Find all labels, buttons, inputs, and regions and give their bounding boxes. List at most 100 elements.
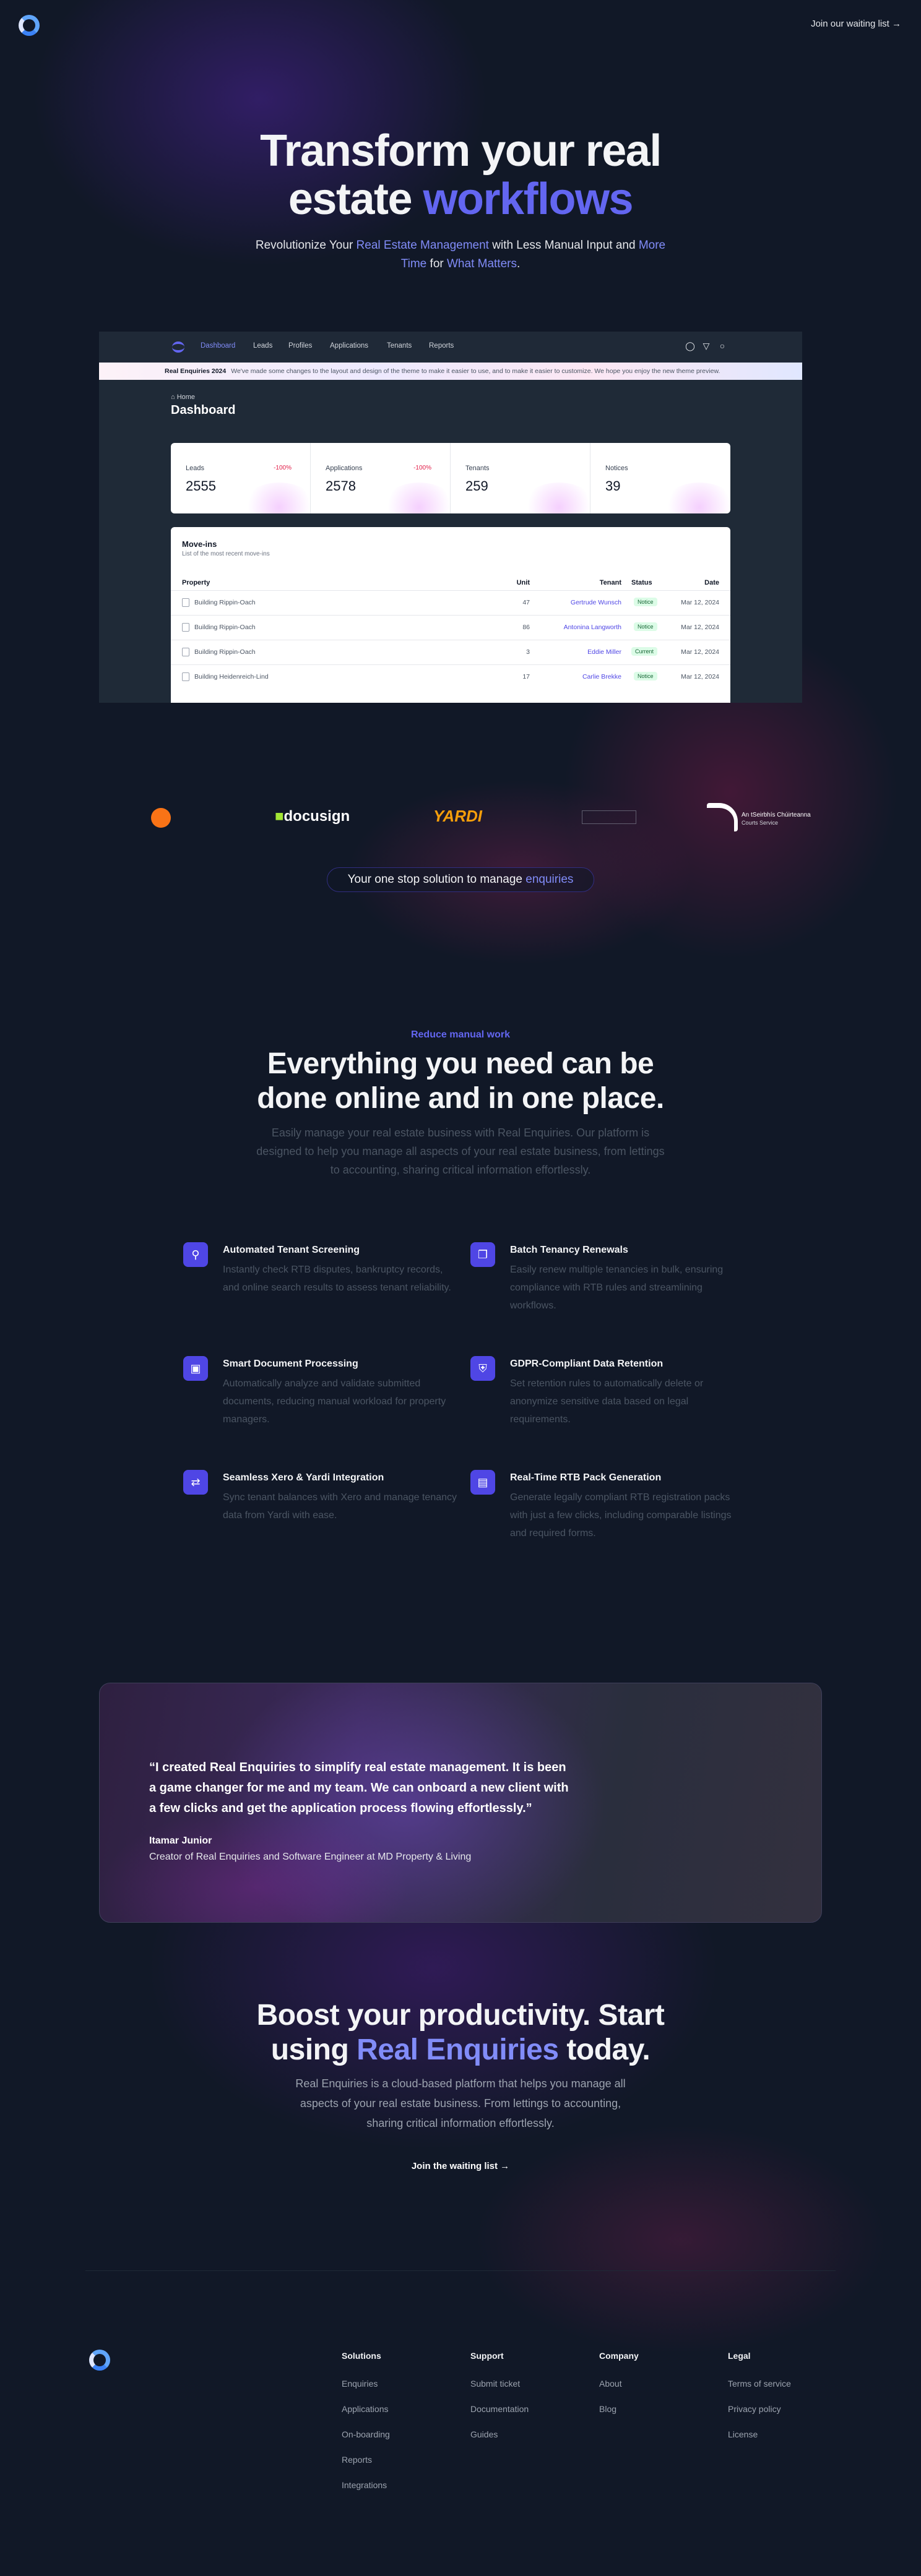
status-badge: Notice (634, 622, 657, 631)
filter-icon[interactable]: ▽ (701, 340, 712, 351)
column-header: Status (631, 579, 652, 586)
nav-item-dashboard[interactable]: Dashboard (201, 342, 235, 350)
nav-item-reports[interactable]: Reports (429, 342, 454, 350)
nav-item-profiles[interactable]: Profiles (288, 342, 312, 350)
footer-column-support: Support Submit ticket Documentation Guid… (470, 2351, 529, 2455)
footer-column-solutions: Solutions Enquiries Applications On-boar… (342, 2351, 390, 2505)
footer-link[interactable]: Documentation (470, 2404, 529, 2429)
stat-change: -100% (413, 465, 431, 471)
footer-link[interactable]: Reports (342, 2455, 390, 2480)
nav-item-tenants[interactable]: Tenants (387, 342, 412, 350)
partner-logo-circle (151, 808, 171, 828)
row-unit: 86 (522, 624, 530, 631)
table-row[interactable]: Building Heidenreich-Lind 17 Carlie Brekke… (171, 664, 730, 689)
dashboard-nav: Dashboard Leads Profiles Applications Te… (99, 332, 802, 363)
dashboard-preview: Dashboard Leads Profiles Applications Te… (99, 332, 802, 703)
footer-link[interactable]: Enquiries (342, 2379, 390, 2404)
courts-service-english: Courts Service (742, 820, 779, 826)
dashboard-title: Dashboard (171, 403, 236, 417)
cta-subtitle: Real Enquiries is a cloud-based platform… (295, 2077, 626, 2129)
hero-sub-text: Revolutionize Your (255, 239, 357, 252)
app-logo-icon[interactable] (172, 341, 184, 353)
feature-description: Sync tenant balances with Xero and manag… (223, 1492, 457, 1521)
feature-title: GDPR-Compliant Data Retention (510, 1359, 664, 1369)
nav-item-applications[interactable]: Applications (330, 342, 368, 350)
feature-title: Real-Time RTB Pack Generation (510, 1472, 662, 1483)
footer-heading: Legal (728, 2351, 751, 2361)
table-row[interactable]: Building Rippin-Oach 3 Eddie Miller Current… (171, 640, 730, 664)
row-tenant-link[interactable]: Eddie Miller (542, 648, 621, 656)
logo-icon[interactable] (19, 15, 40, 36)
document-icon: ▣ (183, 1356, 208, 1381)
hero-sub-highlight: Real Estate Management (356, 239, 489, 252)
banner-text: We've made some changes to the layout an… (231, 367, 720, 375)
testimonial-author: Itamar Junior (149, 1835, 212, 1846)
tagline-highlight: enquiries (525, 873, 574, 886)
swap-icon: ⇄ (183, 1470, 208, 1495)
footer-link[interactable]: Applications (342, 2404, 390, 2429)
stat-tenants[interactable]: Tenants 259 (451, 443, 596, 513)
features-subtitle: Easily manage your real estate business … (256, 1127, 665, 1176)
announcement-banner: Real Enquiries 2024 We've made some chang… (99, 363, 802, 380)
row-unit: 17 (522, 673, 530, 680)
testimonial-quote: “I created Real Enquiries to simplify re… (149, 1761, 569, 1815)
table-row[interactable]: Building Rippin-Oach 47 Gertrude Wunsch Not… (171, 590, 730, 615)
document-icon (182, 648, 189, 656)
footer-link[interactable]: Submit ticket (470, 2379, 529, 2404)
stat-label: Leads (186, 465, 204, 472)
row-date: Mar 12, 2024 (681, 599, 719, 606)
stat-applications[interactable]: Applications -100% 2578 (311, 443, 456, 513)
file-icon: ▤ (470, 1470, 495, 1495)
breadcrumb[interactable]: ⌂ Home (171, 393, 195, 401)
row-property: Building Rippin-Oach (194, 624, 256, 631)
footer-heading: Solutions (342, 2351, 381, 2361)
move-ins-title: Move-ins (182, 539, 217, 549)
hero-title: Transform your real estate workflows (0, 127, 921, 223)
feature-description: Automatically analyze and validate submi… (223, 1378, 446, 1425)
features-title-line2: done online and in one place. (257, 1082, 664, 1115)
footer-link[interactable]: License (728, 2429, 791, 2455)
bell-icon[interactable]: ◯ (685, 340, 696, 351)
footer-heading: Company (599, 2351, 639, 2361)
stat-label: Notices (605, 465, 628, 472)
footer-link[interactable]: About (599, 2379, 639, 2404)
docusign-wordmark: docusign (283, 808, 350, 825)
row-tenant-link[interactable]: Carlie Brekke (542, 673, 621, 680)
stat-label: Tenants (465, 465, 490, 472)
footer-link[interactable]: Integrations (342, 2480, 390, 2505)
row-tenant-link[interactable]: Gertrude Wunsch (542, 599, 621, 606)
footer-logo-icon[interactable] (89, 2350, 110, 2371)
row-property: Building Heidenreich-Lind (194, 673, 269, 680)
stat-notices[interactable]: Notices 39 (590, 443, 730, 513)
hero-sub-text: for (426, 257, 447, 270)
stats-card: Leads -100% 2555 Applications -100% 2578 Ten… (171, 443, 730, 513)
footer-link[interactable]: Guides (470, 2429, 529, 2455)
footer-link[interactable]: Privacy policy (728, 2404, 791, 2429)
row-tenant-link[interactable]: Antonina Langworth (542, 624, 621, 631)
cta-title-text: today. (558, 2033, 651, 2066)
table-row[interactable]: Building Rippin-Oach 86 Antonina Langworth… (171, 615, 730, 640)
document-icon (182, 598, 189, 607)
stat-leads[interactable]: Leads -100% 2555 (171, 443, 316, 513)
move-ins-card: Move-ins List of the most recent move-in… (171, 527, 730, 703)
cta-title: Boost your productivity. Start using Rea… (0, 1998, 921, 2067)
footer-link[interactable]: Terms of service (728, 2379, 791, 2404)
column-header: Property (182, 579, 210, 586)
column-header: Unit (516, 579, 530, 586)
partner-logo-yardi: YARDI (433, 807, 482, 825)
user-icon[interactable]: ○ (717, 340, 728, 351)
row-property: Building Rippin-Oach (194, 599, 256, 606)
breadcrumb-home[interactable]: Home (177, 393, 195, 401)
join-waiting-list-button[interactable]: Join the waiting list → (0, 2161, 921, 2171)
nav-item-leads[interactable]: Leads (253, 342, 272, 350)
home-icon: ⌂ (171, 393, 177, 401)
footer-link[interactable]: On-boarding (342, 2429, 390, 2455)
hero-title-line2: estate workflows (0, 175, 921, 223)
hero-title-line1: Transform your real (260, 126, 662, 176)
row-date: Mar 12, 2024 (681, 648, 719, 656)
feature-title: Seamless Xero & Yardi Integration (223, 1472, 384, 1483)
join-waiting-list-link[interactable]: Join our waiting list → (811, 19, 901, 29)
courts-service-irish: An tSeirbhís Chúirteanna (742, 812, 811, 818)
footer-column-legal: Legal Terms of service Privacy policy Li… (728, 2351, 791, 2455)
footer-link[interactable]: Blog (599, 2404, 639, 2429)
